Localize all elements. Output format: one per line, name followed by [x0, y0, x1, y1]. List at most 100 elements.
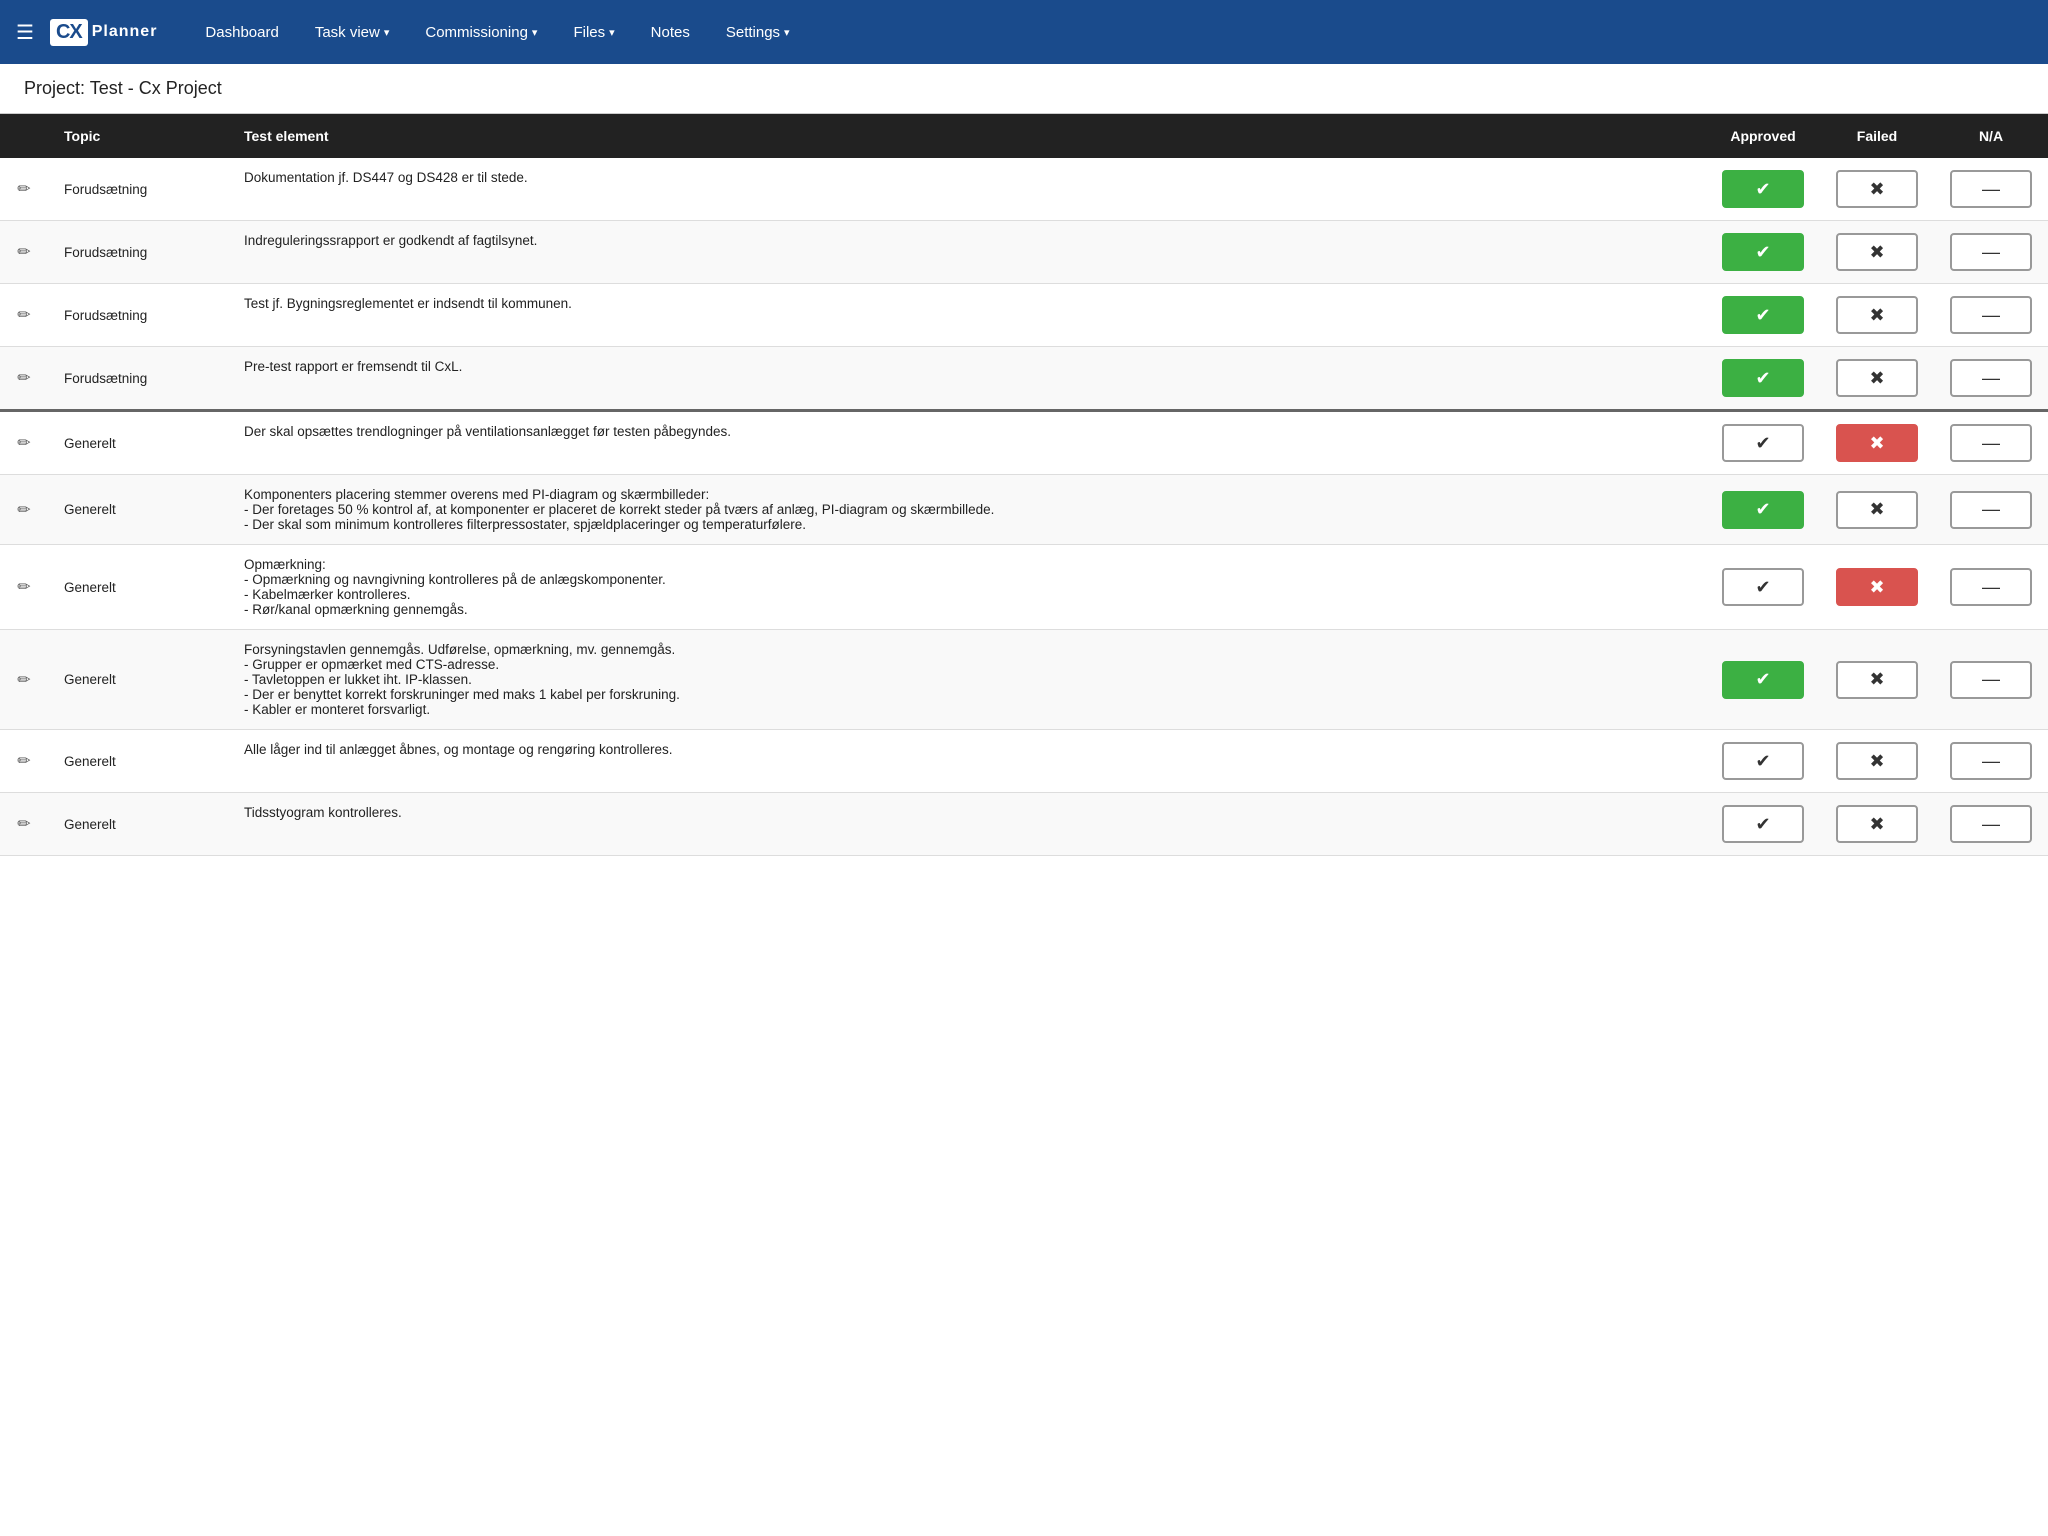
approved-button[interactable]: ✔: [1722, 424, 1804, 462]
approved-action[interactable]: ✔: [1706, 158, 1820, 221]
na-button[interactable]: —: [1950, 170, 2032, 208]
topic-cell: Forudsætning: [48, 158, 228, 221]
test-element-cell: Indreguleringssrapport er godkendt af fa…: [228, 221, 1706, 284]
approved-button[interactable]: ✔: [1722, 359, 1804, 397]
na-action[interactable]: —: [1934, 158, 2048, 221]
edit-button[interactable]: ✏: [0, 158, 48, 221]
approved-action[interactable]: ✔: [1706, 284, 1820, 347]
edit-button[interactable]: ✏: [0, 630, 48, 730]
nav-settings[interactable]: Settings ▾: [710, 16, 806, 49]
na-button[interactable]: —: [1950, 491, 2032, 529]
settings-chevron-icon: ▾: [784, 26, 790, 39]
navbar: ☰ CX Planner Dashboard Task view ▾ Commi…: [0, 0, 2048, 64]
col-header-edit: [0, 114, 48, 158]
failed-button[interactable]: ✖: [1836, 233, 1918, 271]
col-header-test-element: Test element: [228, 114, 1706, 158]
approved-button[interactable]: ✔: [1722, 491, 1804, 529]
failed-button[interactable]: ✖: [1836, 742, 1918, 780]
failed-action[interactable]: ✖: [1820, 158, 1934, 221]
failed-button[interactable]: ✖: [1836, 296, 1918, 334]
failed-button[interactable]: ✖: [1836, 491, 1918, 529]
col-header-failed: Failed: [1820, 114, 1934, 158]
logo-planner-text: Planner: [92, 23, 158, 41]
nav-dashboard[interactable]: Dashboard: [189, 16, 294, 49]
failed-button[interactable]: ✖: [1836, 568, 1918, 606]
approved-button[interactable]: ✔: [1722, 568, 1804, 606]
logo: CX Planner: [50, 19, 157, 46]
menu-icon[interactable]: ☰: [16, 20, 34, 45]
na-button[interactable]: —: [1950, 296, 2032, 334]
na-button[interactable]: —: [1950, 661, 2032, 699]
na-action[interactable]: —: [1934, 475, 2048, 545]
table-row: ✏GenereltDer skal opsættes trendlogninge…: [0, 411, 2048, 475]
na-button[interactable]: —: [1950, 805, 2032, 843]
table-row: ✏GenereltForsyningstavlen gennemgås. Udf…: [0, 630, 2048, 730]
na-action[interactable]: —: [1934, 284, 2048, 347]
project-title: Project: Test - Cx Project: [24, 78, 222, 98]
na-action[interactable]: —: [1934, 347, 2048, 411]
approved-action[interactable]: ✔: [1706, 793, 1820, 856]
failed-button[interactable]: ✖: [1836, 805, 1918, 843]
approved-action[interactable]: ✔: [1706, 347, 1820, 411]
failed-button[interactable]: ✖: [1836, 424, 1918, 462]
edit-button[interactable]: ✏: [0, 793, 48, 856]
failed-action[interactable]: ✖: [1820, 545, 1934, 630]
na-button[interactable]: —: [1950, 233, 2032, 271]
na-button[interactable]: —: [1950, 359, 2032, 397]
approved-button[interactable]: ✔: [1722, 805, 1804, 843]
approved-action[interactable]: ✔: [1706, 411, 1820, 475]
nav-commissioning[interactable]: Commissioning ▾: [409, 16, 553, 49]
failed-action[interactable]: ✖: [1820, 411, 1934, 475]
edit-button[interactable]: ✏: [0, 730, 48, 793]
edit-button[interactable]: ✏: [0, 411, 48, 475]
failed-action[interactable]: ✖: [1820, 475, 1934, 545]
approved-button[interactable]: ✔: [1722, 661, 1804, 699]
edit-button[interactable]: ✏: [0, 347, 48, 411]
failed-action[interactable]: ✖: [1820, 730, 1934, 793]
failed-action[interactable]: ✖: [1820, 793, 1934, 856]
na-action[interactable]: —: [1934, 630, 2048, 730]
approved-action[interactable]: ✔: [1706, 730, 1820, 793]
topic-cell: Generelt: [48, 793, 228, 856]
approved-button[interactable]: ✔: [1722, 296, 1804, 334]
table-row: ✏GenereltKomponenters placering stemmer …: [0, 475, 2048, 545]
na-action[interactable]: —: [1934, 730, 2048, 793]
test-element-cell: Forsyningstavlen gennemgås. Udførelse, o…: [228, 630, 1706, 730]
failed-action[interactable]: ✖: [1820, 221, 1934, 284]
topic-cell: Generelt: [48, 630, 228, 730]
approved-button[interactable]: ✔: [1722, 233, 1804, 271]
failed-button[interactable]: ✖: [1836, 661, 1918, 699]
approved-action[interactable]: ✔: [1706, 545, 1820, 630]
topic-cell: Generelt: [48, 475, 228, 545]
table-row: ✏ForudsætningIndreguleringssrapport er g…: [0, 221, 2048, 284]
nav-links: Dashboard Task view ▾ Commissioning ▾ Fi…: [189, 16, 2032, 49]
approved-action[interactable]: ✔: [1706, 221, 1820, 284]
na-action[interactable]: —: [1934, 793, 2048, 856]
failed-button[interactable]: ✖: [1836, 170, 1918, 208]
topic-cell: Forudsætning: [48, 221, 228, 284]
topic-cell: Forudsætning: [48, 284, 228, 347]
na-action[interactable]: —: [1934, 545, 2048, 630]
na-button[interactable]: —: [1950, 568, 2032, 606]
nav-files[interactable]: Files ▾: [557, 16, 630, 49]
failed-button[interactable]: ✖: [1836, 359, 1918, 397]
table-row: ✏GenereltAlle låger ind til anlægget åbn…: [0, 730, 2048, 793]
failed-action[interactable]: ✖: [1820, 347, 1934, 411]
edit-button[interactable]: ✏: [0, 221, 48, 284]
nav-notes[interactable]: Notes: [635, 16, 706, 49]
approved-button[interactable]: ✔: [1722, 170, 1804, 208]
failed-action[interactable]: ✖: [1820, 284, 1934, 347]
na-action[interactable]: —: [1934, 411, 2048, 475]
edit-button[interactable]: ✏: [0, 545, 48, 630]
table-row: ✏ForudsætningPre-test rapport er fremsen…: [0, 347, 2048, 411]
na-button[interactable]: —: [1950, 424, 2032, 462]
na-action[interactable]: —: [1934, 221, 2048, 284]
approved-action[interactable]: ✔: [1706, 630, 1820, 730]
approved-action[interactable]: ✔: [1706, 475, 1820, 545]
edit-button[interactable]: ✏: [0, 284, 48, 347]
edit-button[interactable]: ✏: [0, 475, 48, 545]
failed-action[interactable]: ✖: [1820, 630, 1934, 730]
na-button[interactable]: —: [1950, 742, 2032, 780]
nav-taskview[interactable]: Task view ▾: [299, 16, 406, 49]
approved-button[interactable]: ✔: [1722, 742, 1804, 780]
